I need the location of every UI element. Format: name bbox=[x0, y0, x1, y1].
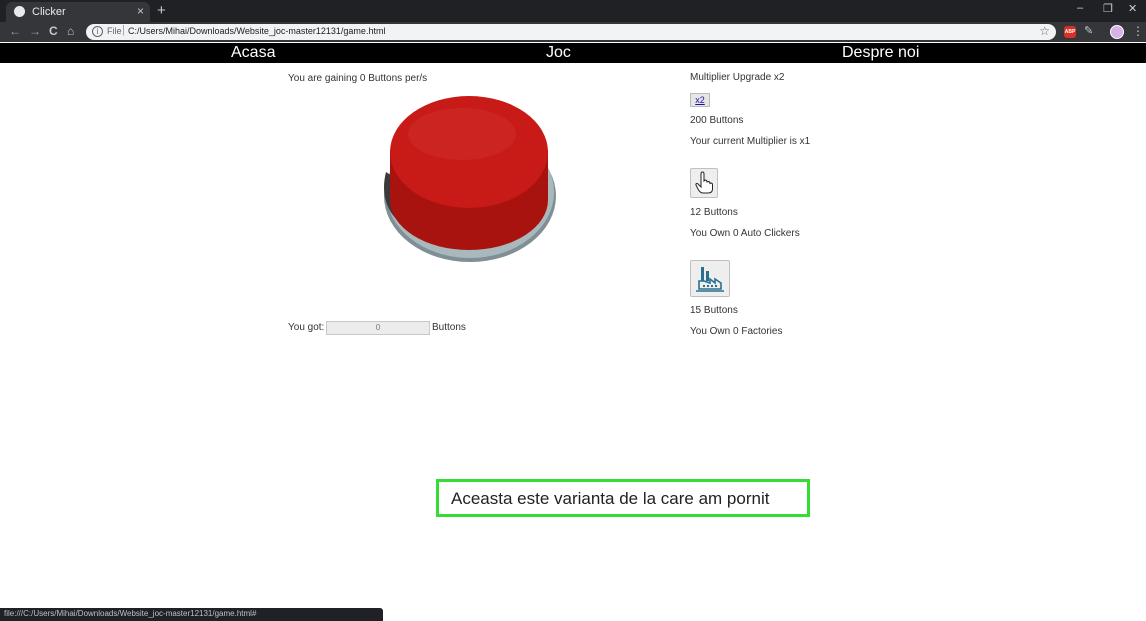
factory-owned: You Own 0 Factories bbox=[690, 326, 783, 337]
button-cap-highlight bbox=[408, 108, 516, 160]
multiplier-cost: 200 Buttons bbox=[690, 115, 744, 126]
browser-tab[interactable]: Clicker × bbox=[6, 2, 150, 22]
browser-titlebar: Clicker × + – ❐ ✕ bbox=[0, 0, 1146, 22]
multiplier-title: Multiplier Upgrade x2 bbox=[690, 72, 785, 83]
hand-pointer-icon bbox=[695, 171, 713, 194]
you-got-label: You got: bbox=[288, 322, 325, 333]
gaining-rate-text: You are gaining 0 Buttons per/s bbox=[288, 73, 428, 84]
url-separator: | bbox=[122, 24, 125, 36]
back-icon[interactable]: ← bbox=[9, 24, 21, 38]
new-tab-icon[interactable]: + bbox=[157, 2, 166, 19]
info-icon[interactable]: i bbox=[92, 26, 103, 37]
profile-avatar-icon[interactable] bbox=[1110, 25, 1124, 39]
pen-extension-icon[interactable]: ✎ bbox=[1084, 24, 1093, 37]
restore-icon[interactable]: ❐ bbox=[1103, 2, 1113, 15]
multiplier-x2-button[interactable]: x2 bbox=[690, 93, 710, 107]
minimize-icon[interactable]: – bbox=[1077, 2, 1083, 14]
address-bar[interactable]: i File | C:/Users/Mihai/Downloads/Websit… bbox=[86, 24, 1056, 40]
autoclicker-owned: You Own 0 Auto Clickers bbox=[690, 228, 800, 239]
current-multiplier-text: Your current Multiplier is x1 bbox=[690, 136, 811, 147]
big-red-button[interactable] bbox=[378, 96, 558, 266]
factory-cost: 15 Buttons bbox=[690, 305, 738, 316]
counter-unit-label: Buttons bbox=[432, 322, 466, 333]
tab-close-icon[interactable]: × bbox=[137, 4, 144, 18]
buy-autoclicker-button[interactable] bbox=[690, 168, 718, 198]
home-icon[interactable]: ⌂ bbox=[67, 24, 74, 38]
url-text[interactable]: C:/Users/Mihai/Downloads/Website_joc-mas… bbox=[128, 26, 385, 36]
reload-icon[interactable]: C bbox=[49, 24, 58, 38]
nav-link-joc[interactable]: Joc bbox=[546, 44, 571, 62]
browser-menu-icon[interactable]: ⋮ bbox=[1132, 24, 1144, 38]
nav-link-despre-noi[interactable]: Despre noi bbox=[842, 44, 919, 62]
globe-icon bbox=[14, 6, 25, 17]
forward-icon[interactable]: → bbox=[29, 24, 41, 38]
buy-factory-button[interactable] bbox=[690, 260, 730, 297]
annotation-text: Aceasta este varianta de la care am porn… bbox=[451, 489, 770, 508]
factory-icon bbox=[696, 267, 724, 292]
annotation-callout: Aceasta este varianta de la care am porn… bbox=[436, 479, 810, 517]
bookmark-star-icon[interactable]: ☆ bbox=[1039, 24, 1050, 38]
browser-statusbar: file:///C:/Users/Mihai/Downloads/Website… bbox=[0, 608, 383, 621]
tab-title: Clicker bbox=[32, 6, 66, 18]
close-window-icon[interactable]: ✕ bbox=[1128, 2, 1137, 15]
nav-link-acasa[interactable]: Acasa bbox=[231, 44, 275, 62]
browser-toolbar: ← → C ⌂ i File | C:/Users/Mihai/Download… bbox=[0, 22, 1146, 42]
url-scheme: File bbox=[107, 26, 122, 36]
site-navbar: Acasa Joc Despre noi bbox=[0, 43, 1146, 63]
button-counter-field: 0 bbox=[326, 321, 430, 335]
adblock-extension-icon[interactable]: ABP bbox=[1064, 26, 1076, 38]
status-url-text: file:///C:/Users/Mihai/Downloads/Website… bbox=[4, 609, 257, 618]
autoclicker-cost: 12 Buttons bbox=[690, 207, 738, 218]
